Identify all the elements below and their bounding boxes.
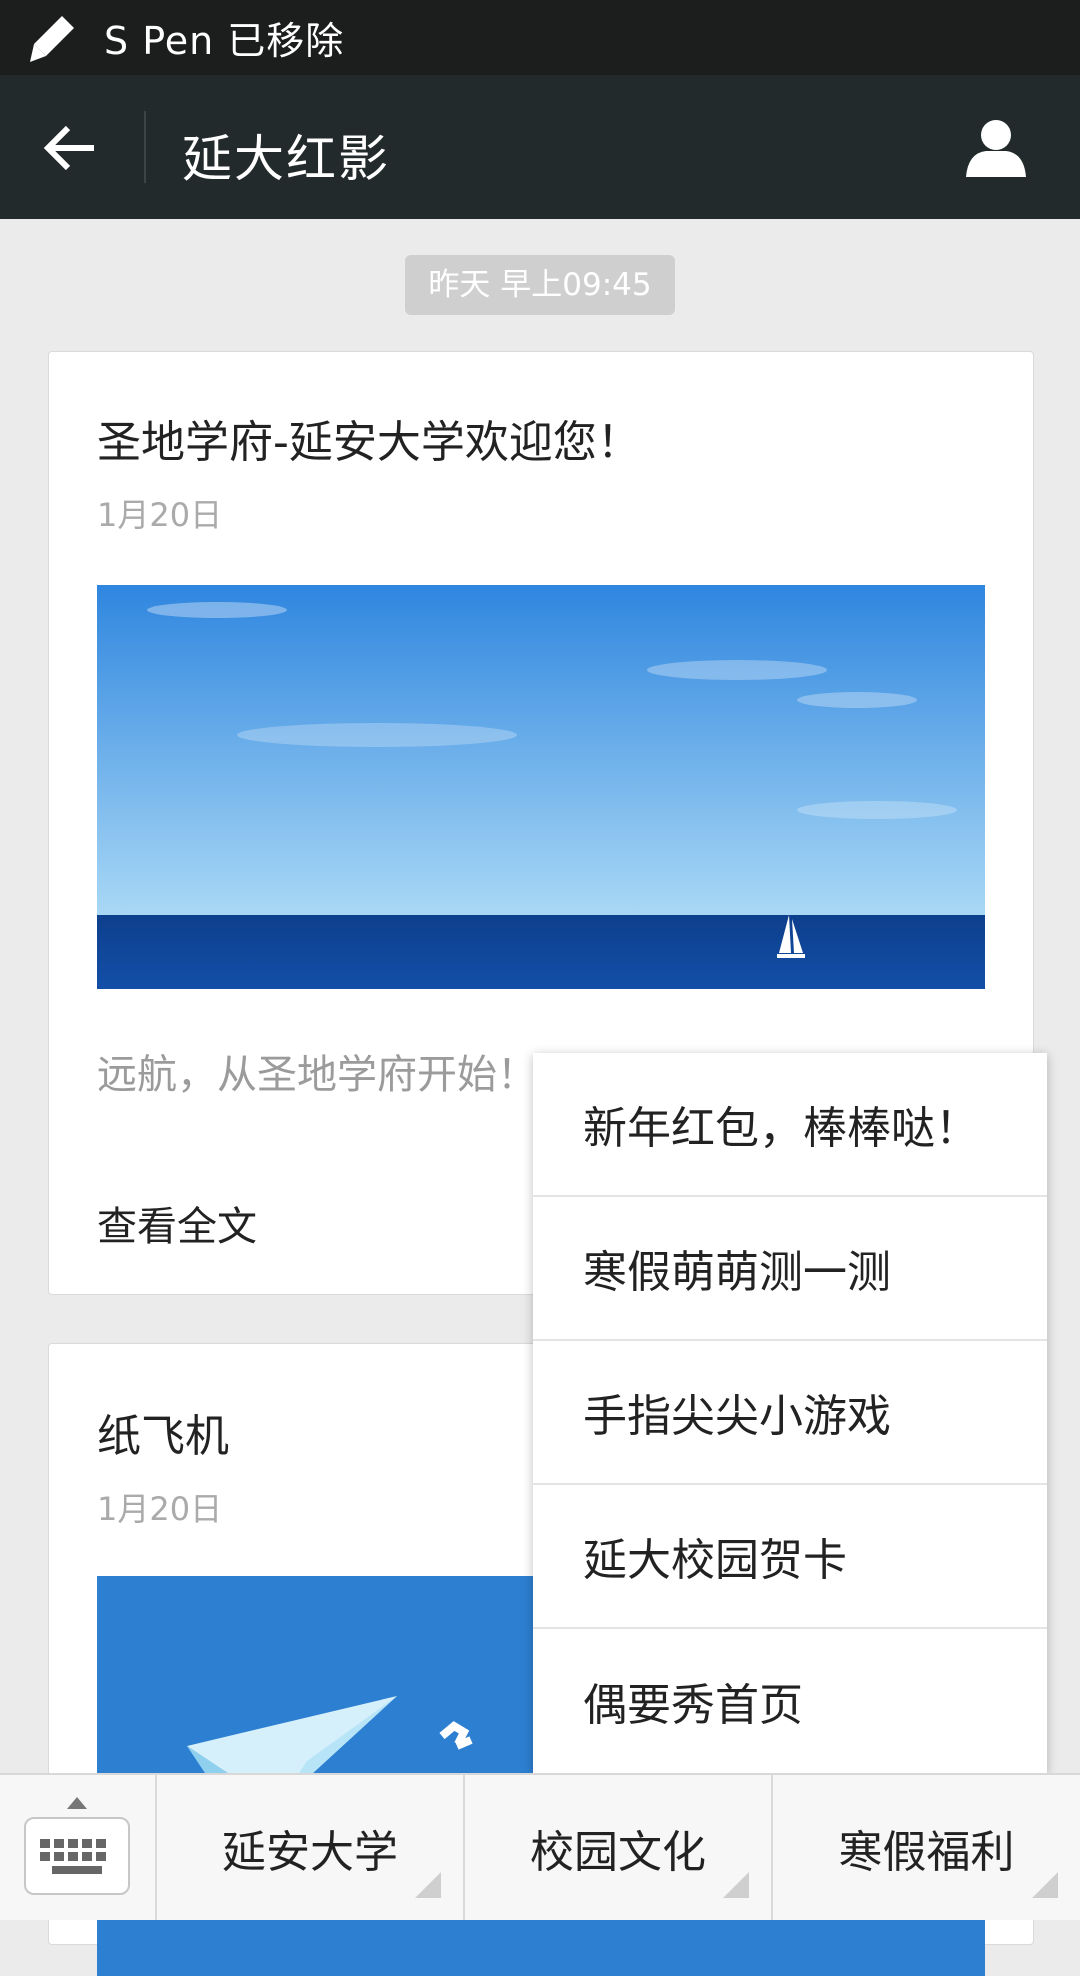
menu-popup: 新年红包，棒棒哒！ 寒假萌萌测一测 手指尖尖小游戏 延大校园贺卡 偶要秀首页 [533, 1053, 1047, 1773]
submenu-indicator-icon [1032, 1872, 1058, 1898]
menu-tab-winter-benefits[interactable]: 寒假福利 [771, 1775, 1080, 1920]
article-cover-image[interactable] [97, 585, 985, 989]
status-bar: S Pen 已移除 [0, 0, 1080, 75]
menu-item-finger-game[interactable]: 手指尖尖小游戏 [533, 1341, 1047, 1485]
page-title: 延大红影 [182, 130, 390, 188]
pen-icon [30, 15, 74, 62]
tab-label: 寒假福利 [838, 1826, 1015, 1878]
read-full-article-link[interactable]: 查看全文 [97, 1194, 257, 1252]
article-date: 1月20日 [97, 496, 223, 534]
caret-up-icon [67, 1797, 87, 1809]
chat-header: 延大红影 [0, 75, 1080, 219]
submenu-indicator-icon [415, 1872, 441, 1898]
article-title[interactable]: 圣地学府-延安大学欢迎您！ [97, 406, 641, 470]
keyboard-icon [24, 1817, 130, 1895]
user-icon[interactable] [964, 115, 1028, 179]
bottom-menu-bar: 延安大学 校园文化 寒假福利 [0, 1773, 1080, 1920]
article-summary: 远航，从圣地学府开始！ [97, 1052, 537, 1098]
tab-label: 校园文化 [530, 1826, 706, 1878]
tab-label: 延安大学 [222, 1826, 398, 1878]
header-divider [144, 111, 146, 183]
arrow-left-icon[interactable] [40, 117, 102, 179]
menu-tab-yanan-university[interactable]: 延安大学 [155, 1775, 463, 1920]
menu-tab-campus-culture[interactable]: 校园文化 [463, 1775, 771, 1920]
article-date: 1月20日 [97, 1490, 223, 1528]
menu-item-winter-quiz[interactable]: 寒假萌萌测一测 [533, 1197, 1047, 1341]
message-timestamp: 昨天 早上09:45 [405, 255, 675, 315]
status-text: S Pen 已移除 [104, 19, 345, 63]
submenu-indicator-icon [723, 1872, 749, 1898]
article-title[interactable]: 纸飞机 [97, 1400, 229, 1464]
menu-item-show-homepage[interactable]: 偶要秀首页 [533, 1629, 1047, 1773]
menu-item-new-year-red-packet[interactable]: 新年红包，棒棒哒！ [533, 1053, 1047, 1197]
keyboard-switch-button[interactable] [0, 1775, 155, 1920]
menu-item-campus-card[interactable]: 延大校园贺卡 [533, 1485, 1047, 1629]
